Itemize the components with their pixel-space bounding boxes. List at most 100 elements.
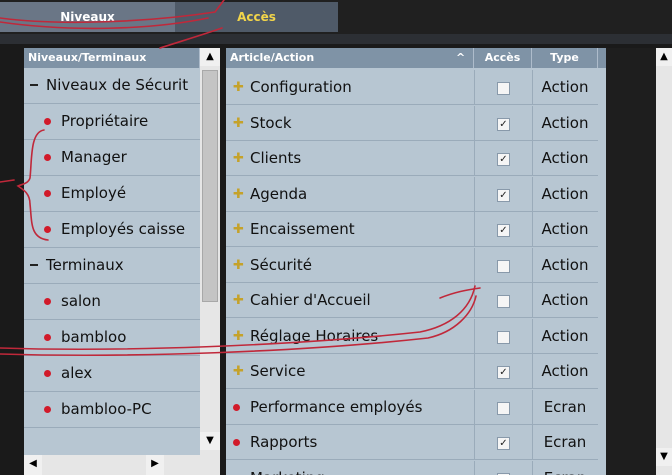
levels-terminals-header[interactable]: Niveaux/Terminaux [24, 48, 200, 68]
tab-niveaux[interactable]: Niveaux [0, 2, 175, 32]
access-checkbox[interactable] [497, 401, 510, 415]
column-header-type[interactable]: Type [532, 48, 598, 68]
tab-acces[interactable]: Accès [175, 2, 338, 32]
red-bullet-icon [233, 439, 240, 446]
tree-leaf-node[interactable]: Propriétaire [24, 104, 200, 140]
access-checkbox[interactable] [497, 82, 510, 95]
red-bullet-icon [233, 403, 240, 411]
scroll-right-arrow-icon[interactable]: ▶ [146, 455, 164, 475]
column-divider [474, 354, 475, 389]
tree-node-label: bambloo [61, 328, 127, 346]
article-action-label: Performance employés [250, 397, 423, 416]
access-row[interactable]: ✚ Cahier d'Accueil Action [226, 283, 598, 318]
column-divider [474, 389, 475, 425]
access-checkbox[interactable]: ✓ [497, 153, 510, 166]
type-value: Action [541, 220, 589, 238]
column-divider [474, 460, 475, 475]
scroll-down-arrow-icon[interactable]: ▼ [200, 432, 220, 450]
column-divider [474, 105, 475, 141]
access-checkbox[interactable] [497, 330, 510, 344]
toolbar-strip [0, 34, 672, 44]
tree-node-label: Niveaux de Sécurit [46, 76, 189, 94]
article-action-label: Rapports [250, 433, 318, 451]
column-divider [474, 247, 475, 283]
tree-leaf-node[interactable]: Manager [24, 140, 200, 176]
type-value: Action [541, 78, 589, 96]
annotation-stroke [0, 179, 15, 183]
access-row[interactable]: ✚ Agenda ✓ Action [226, 176, 598, 212]
type-value: Action [541, 255, 589, 274]
expand-plus-icon[interactable]: ✚ [233, 364, 244, 379]
expand-plus-icon[interactable]: ✚ [233, 293, 244, 308]
article-action-label: Cahier d'Accueil [250, 291, 371, 309]
access-row[interactable]: ✚ Encaissement ✓ Action [226, 212, 598, 247]
left-horizontal-scrollbar[interactable]: ◀ ▶ [24, 455, 220, 475]
collapse-minus-icon[interactable] [30, 264, 38, 266]
access-checkbox[interactable]: ✓ [497, 366, 510, 379]
tree-node-label: Employés caisse [61, 220, 186, 238]
right-vertical-scrollbar[interactable]: ▲ ▼ [656, 48, 672, 475]
expand-plus-icon[interactable]: ✚ [233, 116, 244, 131]
access-row[interactable]: ✚ Service ✓ Action [226, 354, 598, 389]
access-row[interactable]: Performance employés Ecran [226, 389, 598, 425]
collapse-minus-icon[interactable] [30, 84, 38, 86]
access-checkbox[interactable] [497, 259, 510, 273]
tree-node-label: Employé [61, 184, 127, 202]
column-header-acces[interactable]: Accès [474, 48, 532, 68]
article-action-label: Service [250, 362, 306, 380]
column-header-article[interactable]: Article/Action ^ [226, 48, 474, 68]
access-row[interactable]: ✚ Configuration Action [226, 70, 598, 105]
access-row[interactable]: Marketing Ecran [226, 460, 598, 475]
access-checkbox[interactable]: ✓ [497, 188, 510, 202]
access-row[interactable]: ✚ Réglage Horaires Action [226, 318, 598, 354]
access-checkbox[interactable]: ✓ [497, 437, 510, 450]
type-value: Action [541, 362, 589, 380]
expand-plus-icon[interactable]: ✚ [233, 80, 244, 95]
article-action-label: Réglage Horaires [250, 326, 379, 345]
red-bullet-icon [44, 154, 51, 161]
article-action-label: Stock [250, 113, 292, 132]
access-row[interactable]: ✚ Clients ✓ Action [226, 141, 598, 176]
expand-plus-icon[interactable]: ✚ [233, 187, 244, 202]
scroll-up-arrow-icon[interactable]: ▲ [656, 48, 672, 66]
type-value: Ecran [532, 461, 598, 475]
type-value: Ecran [543, 433, 587, 451]
tree-leaf-node[interactable]: alex [24, 356, 200, 392]
red-bullet-icon [44, 370, 51, 377]
levels-terminals-grid: Niveaux/Terminaux Niveaux de Sécurit Prop… [24, 48, 220, 475]
expand-plus-icon[interactable]: ✚ [233, 329, 244, 344]
tree-node-label: Propriétaire [61, 112, 149, 130]
type-value: Action [541, 326, 589, 345]
tree-group-node[interactable]: Niveaux de Sécurit [24, 68, 200, 104]
tree-group-node[interactable]: Terminaux [24, 248, 200, 284]
expand-plus-icon[interactable]: ✚ [233, 258, 244, 273]
tree-leaf-node[interactable]: Employés caisse [24, 212, 200, 248]
expand-plus-icon[interactable]: ✚ [233, 222, 244, 237]
tree-leaf-node[interactable]: bambloo [24, 320, 200, 356]
scroll-up-arrow-icon[interactable]: ▲ [200, 48, 220, 66]
article-action-label: Encaissement [250, 220, 355, 238]
column-divider [474, 70, 475, 105]
access-rights-header: Article/Action ^ Accès Type [226, 48, 656, 68]
column-divider [474, 318, 475, 354]
access-checkbox[interactable]: ✓ [497, 224, 510, 237]
tree-leaf-node[interactable]: bambloo-PC [24, 392, 200, 428]
access-row[interactable]: ✚ Sécurité Action [226, 247, 598, 283]
left-vertical-scrollbar[interactable]: ▲ ▼ [200, 48, 220, 455]
type-value: Action [541, 184, 589, 203]
access-rights-grid: Article/Action ^ Accès Type ✚ Configurati… [226, 48, 672, 475]
access-checkbox[interactable] [497, 295, 510, 308]
column-divider [474, 283, 475, 318]
scroll-down-arrow-icon[interactable]: ▼ [656, 448, 672, 466]
tree-leaf-node[interactable]: salon [24, 284, 200, 320]
access-row[interactable]: Rapports ✓ Ecran [226, 425, 598, 460]
red-bullet-icon [44, 298, 51, 305]
article-action-label: Sécurité [250, 255, 312, 274]
expand-plus-icon[interactable]: ✚ [233, 151, 244, 166]
type-value: Action [541, 149, 589, 167]
scroll-thumb[interactable] [202, 70, 218, 302]
access-row[interactable]: ✚ Stock ✓ Action [226, 105, 598, 141]
scroll-left-arrow-icon[interactable]: ◀ [24, 455, 42, 475]
tree-leaf-node[interactable]: Employé [24, 176, 200, 212]
access-checkbox[interactable]: ✓ [497, 117, 510, 131]
